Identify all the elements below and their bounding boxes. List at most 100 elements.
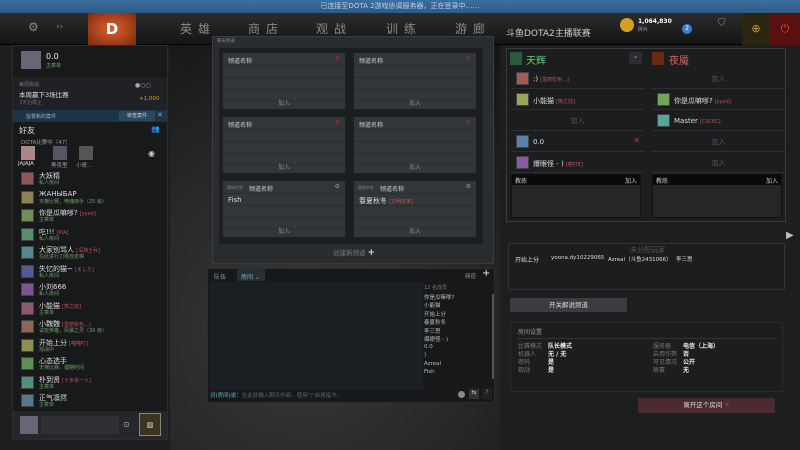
gold-label: 碎片	[638, 27, 649, 33]
dire-slot[interactable]: 加入	[652, 132, 785, 152]
close-icon[interactable]: ✕	[335, 119, 340, 126]
member-item[interactable]: 春夏秋冬	[424, 318, 492, 327]
nav-heroes[interactable]: 英雄	[180, 13, 216, 45]
member-item[interactable]: )	[424, 352, 492, 361]
close-icon[interactable]: ✕	[335, 55, 340, 62]
friend-item[interactable]: 大妖精 私人房间	[21, 171, 161, 187]
mail-badge[interactable]: 2	[682, 24, 692, 34]
setting-key: 观战	[518, 367, 531, 374]
close-icon[interactable]: ✕	[466, 55, 471, 62]
dire-slot[interactable]: Master [CSCEC]	[652, 111, 785, 131]
avatar[interactable]	[79, 146, 93, 160]
review-case-button[interactable]: 审查案件	[119, 111, 155, 121]
join-slot-button[interactable]: 加入	[652, 132, 785, 152]
friend-status: 私人房间	[39, 235, 60, 242]
member-item[interactable]: 你是瓜嘛嗲?	[424, 293, 492, 302]
emoji-icon[interactable]	[458, 391, 465, 398]
join-channel-button[interactable]: 加入	[223, 162, 345, 171]
rank-medal-icon[interactable]: ▨	[139, 413, 161, 436]
create-channel-button[interactable]: 创建新频道 +	[213, 247, 495, 258]
avatar	[516, 93, 529, 106]
section-header[interactable]: DOTA比赛中（47）	[21, 138, 71, 146]
plus-icon[interactable]: ⊕	[742, 13, 770, 45]
help-icon[interactable]: ?	[482, 389, 492, 399]
scrollbar[interactable]	[492, 294, 494, 379]
eye-icon[interactable]: ◉	[148, 149, 155, 158]
join-channel-button[interactable]: 加入	[223, 98, 345, 107]
join-channel-button[interactable]: 加入	[354, 162, 476, 171]
avatar[interactable]	[21, 51, 41, 69]
friend-item[interactable]: 正气凛然 主菜单	[21, 393, 161, 409]
add-channel-button[interactable]: +	[482, 268, 490, 279]
friend-item[interactable]: 你是瓜嘛嗲? [yyed] 主菜单	[21, 208, 161, 224]
friend-item[interactable]: 小能猫 [熊之前] 主菜单	[21, 301, 161, 317]
leave-lobby-button[interactable]: 离开这个房间 ✕	[638, 398, 775, 413]
join-channel-button[interactable]: 加入	[223, 226, 345, 235]
back-icon[interactable]: ‹›	[56, 22, 63, 32]
unassigned-player[interactable]: Azreal（斗鱼2431066）	[608, 255, 672, 263]
dire-slot[interactable]: 加入	[652, 69, 785, 89]
unassigned-player[interactable]: yoona.dy10229065	[551, 255, 604, 261]
page-dots[interactable]: ●○○	[135, 82, 151, 89]
settings-icon[interactable]: ⊙	[123, 420, 130, 429]
friend-item[interactable]: 失忆的猫~ [ましろ] 私人房间	[21, 264, 161, 280]
radiant-slot[interactable]: :) [墨丽松色...]	[511, 69, 644, 89]
play-arrow-icon[interactable]: ▶	[786, 230, 794, 241]
join-slot-button[interactable]: 加入	[652, 153, 785, 173]
member-item[interactable]: 爆眼怪 - )	[424, 335, 492, 344]
friend-item[interactable]: 小刘666 私人房间	[21, 282, 161, 298]
member-item[interactable]: Azreal	[424, 361, 492, 370]
dire-slot[interactable]: 加入	[652, 153, 785, 173]
member-item[interactable]: 李三思	[424, 327, 492, 336]
add-friend-icon[interactable]: 👥	[151, 125, 160, 133]
player-tag: [喵叮E]	[565, 162, 583, 168]
weekly-challenge[interactable]: 每周挑战 本周赢下3场比赛 3天后截止 ●○○ +1,000	[13, 78, 167, 110]
join-slot-button[interactable]: 加入	[652, 69, 785, 89]
radiant-slot[interactable]: 小能猫 [熊之前]	[511, 90, 644, 110]
join-slot-button[interactable]: 加入	[511, 111, 644, 131]
coach-join-button[interactable]: 加入	[766, 176, 778, 185]
avatar[interactable]	[20, 416, 38, 434]
tab-room[interactable]: 房间 ⌄	[237, 269, 265, 281]
member-item[interactable]: 0.0	[424, 344, 492, 353]
friend-status: 私人房间	[39, 291, 60, 297]
friend-item[interactable]: 朴到贤 [十步杀一人] 主菜单	[21, 375, 161, 391]
settings-gear-icon[interactable]: ⚙	[28, 20, 39, 34]
kick-icon[interactable]: ✕	[633, 136, 640, 145]
tab-team[interactable]: 队伍	[214, 272, 226, 281]
close-icon[interactable]: ✕	[466, 119, 471, 126]
avatar[interactable]	[53, 146, 67, 160]
close-icon[interactable]: ✕	[157, 111, 163, 119]
radiant-slot[interactable]: 爆眼怪 - ) [喵叮E]	[511, 153, 644, 173]
empty-party-slots[interactable]	[41, 416, 119, 434]
member-item[interactable]: 小能猫	[424, 301, 492, 310]
radiant-slot[interactable]: 0.0 ✕	[511, 132, 644, 152]
settings-icon[interactable]: ⚙	[335, 183, 340, 190]
avatar[interactable]	[21, 146, 35, 160]
unassigned-player[interactable]: 开始上分	[515, 255, 539, 264]
member-item[interactable]: Fish	[424, 369, 492, 378]
friend-item[interactable]: ЖАНЫБАР 天梯比赛，电魂雨手（25 级）	[21, 190, 161, 206]
chat-input[interactable]: 对(房间)说：在此处输入聊天内容。使用"/"启用指令。	[210, 391, 450, 399]
friend-item[interactable]: 开始上分 [喵喵叮] 观战中	[21, 338, 161, 354]
dire-slot[interactable]: 你是瓜嘛嗲? [yyed]	[652, 90, 785, 110]
join-channel-button[interactable]: 加入	[354, 226, 476, 235]
member-item[interactable]: 开始上分	[424, 310, 492, 319]
toggle-caster-channel-button[interactable]: 开关解说频道	[510, 298, 627, 312]
shield-icon[interactable]: ⛉	[718, 18, 726, 29]
friend-item[interactable]: 吃!!! [KIA] 私人房间	[21, 227, 161, 243]
power-icon[interactable]: ⏻	[770, 13, 800, 45]
join-channel-button[interactable]: 加入	[354, 98, 476, 107]
friend-item[interactable]: 心态选手 天梯比赛，僵略时间	[21, 356, 161, 372]
chevron-down-icon[interactable]: ⌄	[629, 52, 642, 64]
avatar	[21, 320, 34, 333]
coach-join-button[interactable]: 加入	[625, 176, 637, 185]
settings-icon[interactable]: ⚙	[466, 183, 471, 190]
dota-logo-button[interactable]: D	[88, 13, 136, 45]
friend-item[interactable]: 大家别骂人 [深渊士兵] 在此进行刀塔自走棋	[21, 245, 161, 261]
friend-item[interactable]: 小魏魏 [墨丽松色...] 试玩英雄，风暴之灵（30 级）	[21, 319, 161, 335]
channel-language: 简体中文	[358, 185, 374, 190]
radiant-slot[interactable]: 加入	[511, 111, 644, 131]
unassigned-player[interactable]: 李三思	[676, 255, 693, 263]
translate-icon[interactable]: ⇆	[469, 389, 479, 399]
